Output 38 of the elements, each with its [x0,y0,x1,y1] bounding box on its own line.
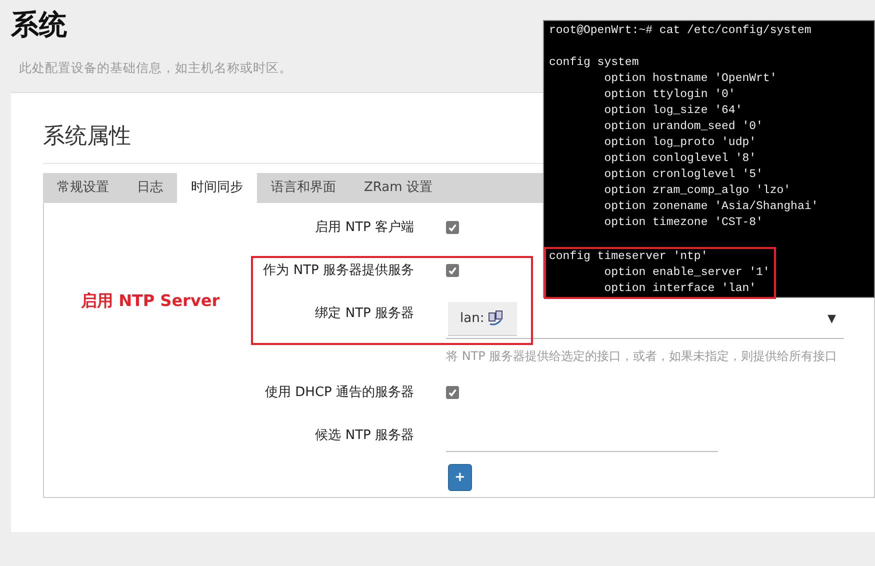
terminal-line: option timezone 'CST-8' [603,215,763,231]
terminal-line: option ttylogin '0' [603,87,736,103]
checkbox[interactable] [446,386,459,399]
page-description: 此处配置设备的基础信息，如主机名称或时区。 [19,60,292,77]
section-title: 系统属性 [43,123,131,151]
field-label: 作为 NTP 服务器提供服务 [263,263,414,278]
terminal-line: option log_proto 'udp' [603,135,756,151]
tab[interactable]: 日志 [123,173,177,203]
tab[interactable]: 语言和界面 [257,173,350,203]
terminal-line: option enable_server '1' [603,265,770,281]
terminal-line: option log_size '64' [603,103,742,119]
terminal-line: config timeserver 'ntp' [549,249,708,265]
network-icon [487,310,506,326]
checkbox[interactable] [446,221,459,234]
field-label: 启用 NTP 客户端 [315,220,414,235]
field-label: 使用 DHCP 通告的服务器 [265,385,414,400]
add-button[interactable]: + [448,464,472,491]
terminal-line: option cronloglevel '5' [603,167,763,183]
terminal-line: option hostname 'OpenWrt' [603,71,777,87]
terminal-line: option zonename 'Asia/Shanghai' [603,199,818,215]
terminal-line: option zram_comp_algo 'lzo' [603,183,791,199]
help-text: 将 NTP 服务器提供给选定的接口，或者，如果未指定，则提供给所有接口 [446,348,838,365]
tab[interactable]: ZRam 设置 [350,173,446,203]
selected-interface-chip: lan: [448,302,518,336]
field-label: 绑定 NTP 服务器 [315,306,414,321]
terminal-line: root@OpenWrt:~# cat /etc/config/system [549,23,812,39]
tab[interactable]: 时间同步 [177,173,257,203]
terminal-line: option interface 'lan' [603,281,756,297]
page-title: 系统 [11,8,67,42]
tab[interactable]: 常规设置 [43,173,123,203]
dropdown-caret: ▼ [828,312,836,325]
checkbox[interactable] [446,264,459,277]
terminal-line: config system [549,55,639,71]
terminal-line: option conloglevel '8' [603,151,756,167]
field-label: 候选 NTP 服务器 [315,428,414,443]
annotation-label: 启用 NTP Server [81,291,220,312]
terminal-line: option urandom_seed '0' [603,119,763,135]
interface-select[interactable]: lan: ▼ [446,299,844,339]
